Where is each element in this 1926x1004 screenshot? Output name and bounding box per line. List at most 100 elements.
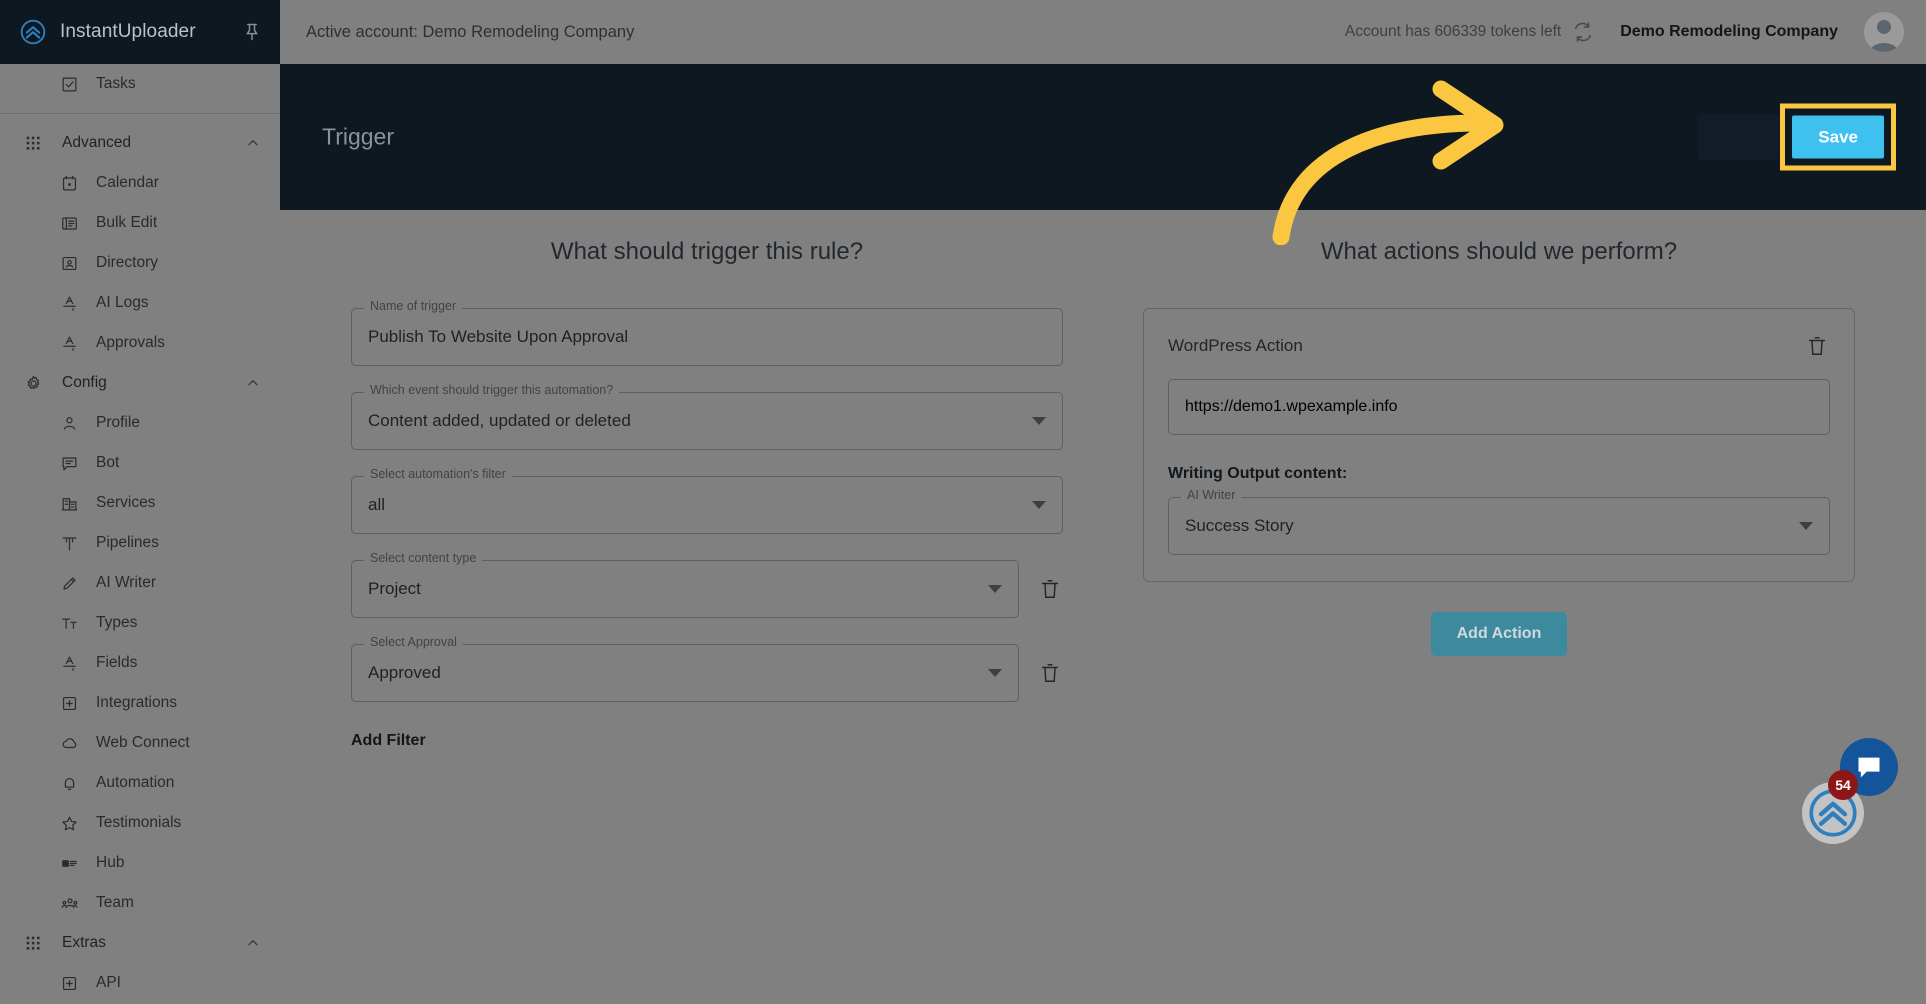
pencil-icon: [58, 572, 80, 594]
trigger-event-field[interactable]: Which event should trigger this automati…: [351, 384, 1063, 450]
trigger-name-legend: Name of trigger: [364, 300, 463, 313]
sidebar-item-ai-writer[interactable]: AI Writer: [0, 563, 280, 603]
save-button[interactable]: Save: [1792, 115, 1884, 159]
actions-column: What actions should we perform? WordPres…: [1103, 210, 1895, 1004]
trigger-name-field[interactable]: Name of trigger Publish To Website Upon …: [351, 300, 1063, 366]
wordpress-site-select[interactable]: https://demo1.wpexample.info: [1168, 379, 1830, 435]
sidebar-item-pipelines[interactable]: Pipelines: [0, 523, 280, 563]
sidebar-group-label: Config: [62, 374, 107, 391]
add-action-button[interactable]: Add Action: [1430, 612, 1568, 656]
delete-content-type-button[interactable]: [1037, 574, 1063, 604]
grid-apps-icon: [26, 136, 40, 150]
media-list-icon: [58, 852, 80, 874]
avatar[interactable]: [1864, 12, 1904, 52]
chevron-down-icon: [1032, 417, 1046, 425]
chevron-down-icon: [988, 669, 1002, 677]
calendar-icon: [58, 172, 80, 194]
approval-field[interactable]: Select Approval Approved: [351, 636, 1019, 702]
chat-lines-icon: [62, 456, 76, 470]
gear-icon: [22, 372, 44, 394]
contact-card-icon: [58, 252, 80, 274]
content-type-row: Select content type Project: [351, 534, 1063, 618]
sidebar-item-label: Fields: [96, 654, 138, 671]
sidebar-item-label: Profile: [96, 414, 140, 431]
sidebar-nav[interactable]: Tasks Advanced Calendar Bulk Edit Directory A…: [0, 64, 280, 1004]
add-action-wrap: Add Action: [1143, 612, 1855, 656]
pipeline-icon: [62, 536, 76, 550]
person-icon: [58, 412, 80, 434]
pin-icon[interactable]: [242, 22, 262, 42]
sidebar-item-types[interactable]: Types: [0, 603, 280, 643]
sidebar-item-label: Services: [96, 494, 156, 511]
list-edit-icon: [61, 216, 77, 230]
sidebar-item-label: Tasks: [96, 75, 136, 92]
refresh-icon[interactable]: [1572, 21, 1594, 43]
sidebar-item-bot[interactable]: Bot: [0, 443, 280, 483]
content-type-value: Project: [368, 579, 421, 598]
sidebar-group-config[interactable]: Config: [0, 363, 280, 403]
text-format-icon: [58, 292, 80, 314]
sidebar-item-tasks[interactable]: Tasks: [0, 64, 280, 104]
sidebar-item-profile[interactable]: Profile: [0, 403, 280, 443]
sidebar-group-advanced[interactable]: Advanced: [0, 123, 280, 163]
plus-box-icon: [58, 972, 80, 994]
app-root: Trigger Save Active account: Demo Remode…: [0, 0, 1926, 1004]
text-format-icon: [62, 296, 76, 311]
tokens-group: Account has 606339 tokens left: [1345, 21, 1594, 43]
checkbox-icon: [58, 73, 80, 95]
contact-card-icon: [62, 256, 76, 270]
sidebar-item-team[interactable]: Team: [0, 883, 280, 923]
sidebar-item-directory[interactable]: Directory: [0, 243, 280, 283]
header-secondary-button[interactable]: [1698, 114, 1780, 160]
sidebar-item-testimonials[interactable]: Testimonials: [0, 803, 280, 843]
sidebar-item-hub[interactable]: Hub: [0, 843, 280, 883]
sidebar-item-approvals[interactable]: Approvals: [0, 323, 280, 363]
media-list-icon: [61, 859, 77, 867]
ai-writer-select[interactable]: AI Writer Success Story: [1168, 489, 1830, 555]
sidebar-group-extras[interactable]: Extras: [0, 923, 280, 963]
content-type-legend: Select content type: [364, 552, 483, 565]
actions-column-heading: What actions should we perform?: [1320, 238, 1678, 265]
people-icon: [60, 897, 78, 908]
approval-legend: Select Approval: [364, 636, 463, 649]
sidebar-item-label: Pipelines: [96, 534, 159, 551]
star-icon: [58, 812, 80, 834]
trash-icon: [1041, 664, 1059, 682]
trigger-filter-legend: Select automation's filter: [364, 468, 512, 481]
cloud-icon: [62, 737, 76, 748]
sidebar-item-label: AI Logs: [96, 294, 149, 311]
sidebar-item-api[interactable]: API: [0, 963, 280, 1003]
sidebar-item-automation[interactable]: Automation: [0, 763, 280, 803]
sidebar-item-services[interactable]: Services: [0, 483, 280, 523]
save-button-highlight: Save: [1780, 103, 1896, 171]
sidebar-item-ai-logs[interactable]: AI Logs: [0, 283, 280, 323]
tokens-left-label: Account has 606339 tokens left: [1344, 23, 1562, 40]
sidebar-item-web-connect[interactable]: Web Connect: [0, 723, 280, 763]
trigger-filter-field[interactable]: Select automation's filter all: [351, 468, 1063, 534]
sidebar-item-label: Integrations: [96, 694, 177, 711]
ai-writer-value: Success Story: [1185, 516, 1294, 535]
action-card-title: WordPress Action: [1168, 336, 1303, 355]
chat-bubble-icon: [1858, 757, 1880, 778]
text-size-icon: [61, 618, 77, 629]
sidebar-item-bulk-edit[interactable]: Bulk Edit: [0, 203, 280, 243]
sidebar-item-label: Team: [96, 894, 134, 911]
sidebar-item-integrations[interactable]: Integrations: [0, 683, 280, 723]
plus-box-icon: [62, 696, 76, 710]
sidebar-item-label: Types: [96, 614, 138, 631]
content-type-field[interactable]: Select content type Project: [351, 552, 1019, 618]
delete-action-button[interactable]: [1804, 331, 1830, 361]
grid-apps-icon: [26, 936, 40, 950]
text-format-icon: [58, 652, 80, 674]
delete-approval-button[interactable]: [1037, 658, 1063, 688]
trigger-filter-value: all: [368, 495, 386, 514]
sidebar-item-calendar[interactable]: Calendar: [0, 163, 280, 203]
text-format-icon: [62, 336, 76, 351]
sidebar-item-fields[interactable]: Fields: [0, 643, 280, 683]
wordpress-site-value: https://demo1.wpexample.info: [1185, 398, 1398, 415]
add-filter-button[interactable]: Add Filter: [351, 732, 426, 750]
cloud-icon: [58, 732, 80, 754]
sidebar-brand[interactable]: InstantUploader: [0, 0, 280, 64]
text-size-icon: [58, 612, 80, 634]
trigger-name-value: Publish To Website Upon Approval: [368, 327, 629, 346]
